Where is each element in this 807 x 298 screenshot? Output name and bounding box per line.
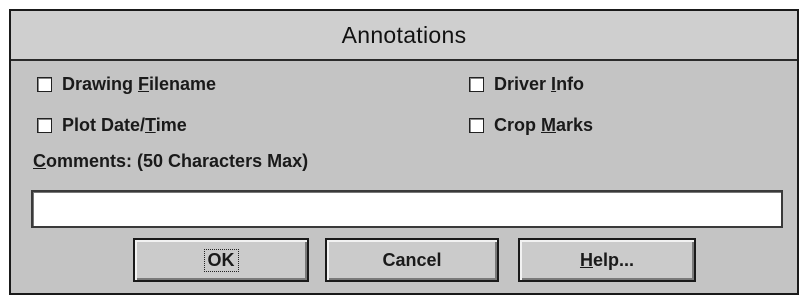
cancel-button-label: Cancel — [382, 249, 442, 270]
driver-info-label: Driver Info — [494, 73, 585, 94]
help-button-label: Help... — [579, 249, 634, 270]
ok-button-label: OK — [203, 248, 239, 272]
driver-info-checkbox[interactable] — [469, 76, 484, 92]
help-button[interactable]: Help... — [518, 238, 696, 282]
plot-datetime-option[interactable]: Plot Date/Time — [37, 112, 187, 138]
dialog-title: Annotations — [341, 21, 467, 48]
drawing-filename-checkbox[interactable] — [37, 76, 52, 92]
crop-marks-option[interactable]: Crop Marks — [469, 112, 593, 138]
comments-label: Comments: (50 Characters Max) — [33, 151, 309, 171]
drawing-filename-label: Drawing Filename — [62, 73, 217, 94]
drawing-filename-option[interactable]: Drawing Filename — [37, 71, 216, 97]
crop-marks-checkbox[interactable] — [469, 117, 484, 133]
plot-datetime-label: Plot Date/Time — [62, 114, 187, 135]
comments-input[interactable] — [31, 190, 783, 228]
crop-marks-label: Crop Marks — [494, 114, 594, 135]
cancel-button[interactable]: Cancel — [325, 238, 499, 282]
ok-button[interactable]: OK — [133, 238, 309, 282]
driver-info-option[interactable]: Driver Info — [469, 71, 584, 97]
dialog-title-bar: Annotations — [11, 11, 797, 61]
annotations-dialog: Annotations Drawing Filename Driver Info… — [9, 9, 799, 295]
plot-datetime-checkbox[interactable] — [37, 117, 52, 133]
